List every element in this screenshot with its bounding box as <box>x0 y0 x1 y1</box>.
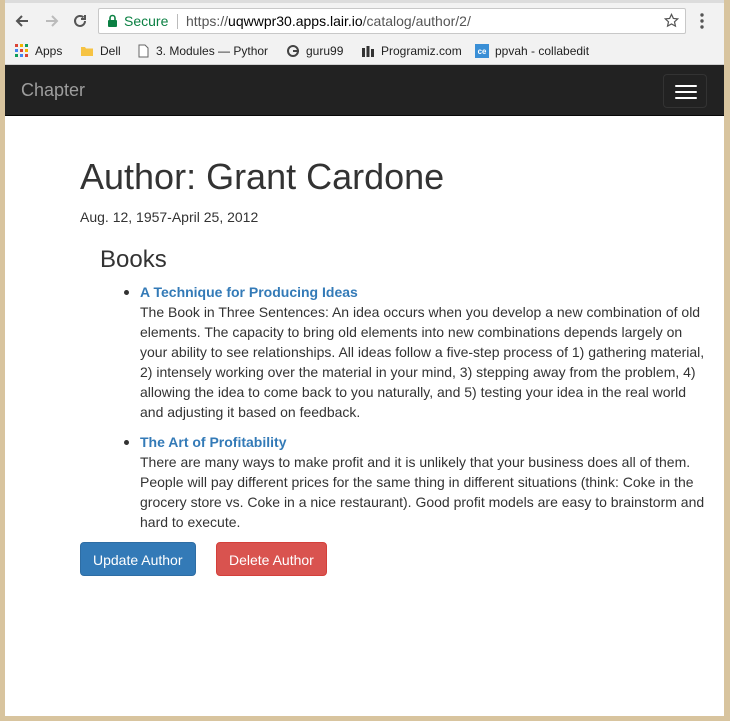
forward-button[interactable] <box>40 9 64 33</box>
address-separator <box>177 14 178 29</box>
apps-grid-icon <box>15 44 28 57</box>
bookmarks-bar: Apps Dell 3. Modules — Pythor guru99 Pro… <box>5 38 724 65</box>
bookmark-dell[interactable]: Dell <box>80 42 121 60</box>
programiz-icon <box>362 46 374 57</box>
forward-arrow-icon <box>46 15 59 27</box>
book-description: The Book in Three Sentences: An idea occ… <box>140 304 705 420</box>
back-arrow-icon <box>15 15 28 27</box>
reload-button[interactable] <box>68 9 92 33</box>
address-bar[interactable]: Secure https://uqwwpr30.apps.lair.io/cat… <box>98 8 686 34</box>
bookmark-programiz[interactable]: Programiz.com <box>361 42 462 60</box>
books-list: A Technique for Producing Ideas The Book… <box>120 282 710 542</box>
hamburger-bar <box>675 91 697 93</box>
guru99-icon <box>287 45 299 57</box>
navbar-brand[interactable]: Chapter <box>21 80 85 101</box>
navbar-toggle-button[interactable] <box>663 74 707 108</box>
folder-icon <box>81 47 93 56</box>
page-title: Author: Grant Cardone <box>80 156 445 197</box>
book-title-link[interactable]: A Technique for Producing Ideas <box>140 282 710 302</box>
book-title-link[interactable]: The Art of Profitability <box>140 432 710 452</box>
back-button[interactable] <box>10 9 34 33</box>
book-description: There are many ways to make profit and i… <box>140 454 705 530</box>
browser-toolbar: Secure https://uqwwpr30.apps.lair.io/cat… <box>5 3 724 38</box>
address-url[interactable]: https://uqwwpr30.apps.lair.io/catalog/au… <box>186 9 471 33</box>
bookmark-apps[interactable]: Apps <box>15 42 62 60</box>
hamburger-bar <box>675 85 697 87</box>
list-item: The Art of Profitability There are many … <box>120 432 710 532</box>
author-dates: Aug. 12, 1957-April 25, 2012 <box>80 209 259 225</box>
delete-author-button[interactable]: Delete Author <box>216 542 327 576</box>
lock-icon <box>108 14 117 27</box>
page-icon <box>138 44 149 58</box>
bookmark-collabedit[interactable]: ce ppvah - collabedit <box>475 42 589 60</box>
bullet-icon <box>124 440 129 445</box>
svg-text:ce: ce <box>478 47 487 56</box>
app-navbar: Chapter <box>5 65 724 116</box>
secure-label: Secure <box>124 13 169 29</box>
books-heading: Books <box>100 246 167 273</box>
update-author-button[interactable]: Update Author <box>80 542 196 576</box>
bookmark-guru99[interactable]: guru99 <box>286 42 343 60</box>
bookmark-modules-python[interactable]: 3. Modules — Pythor <box>136 42 268 60</box>
reload-icon <box>74 14 86 27</box>
collabedit-icon: ce <box>475 44 489 58</box>
bookmark-star-icon[interactable] <box>664 13 679 28</box>
bullet-icon <box>124 290 129 295</box>
list-item: A Technique for Producing Ideas The Book… <box>120 282 710 422</box>
browser-window: Secure https://uqwwpr30.apps.lair.io/cat… <box>5 0 724 716</box>
hamburger-bar <box>675 97 697 99</box>
browser-menu-icon[interactable] <box>700 13 704 29</box>
